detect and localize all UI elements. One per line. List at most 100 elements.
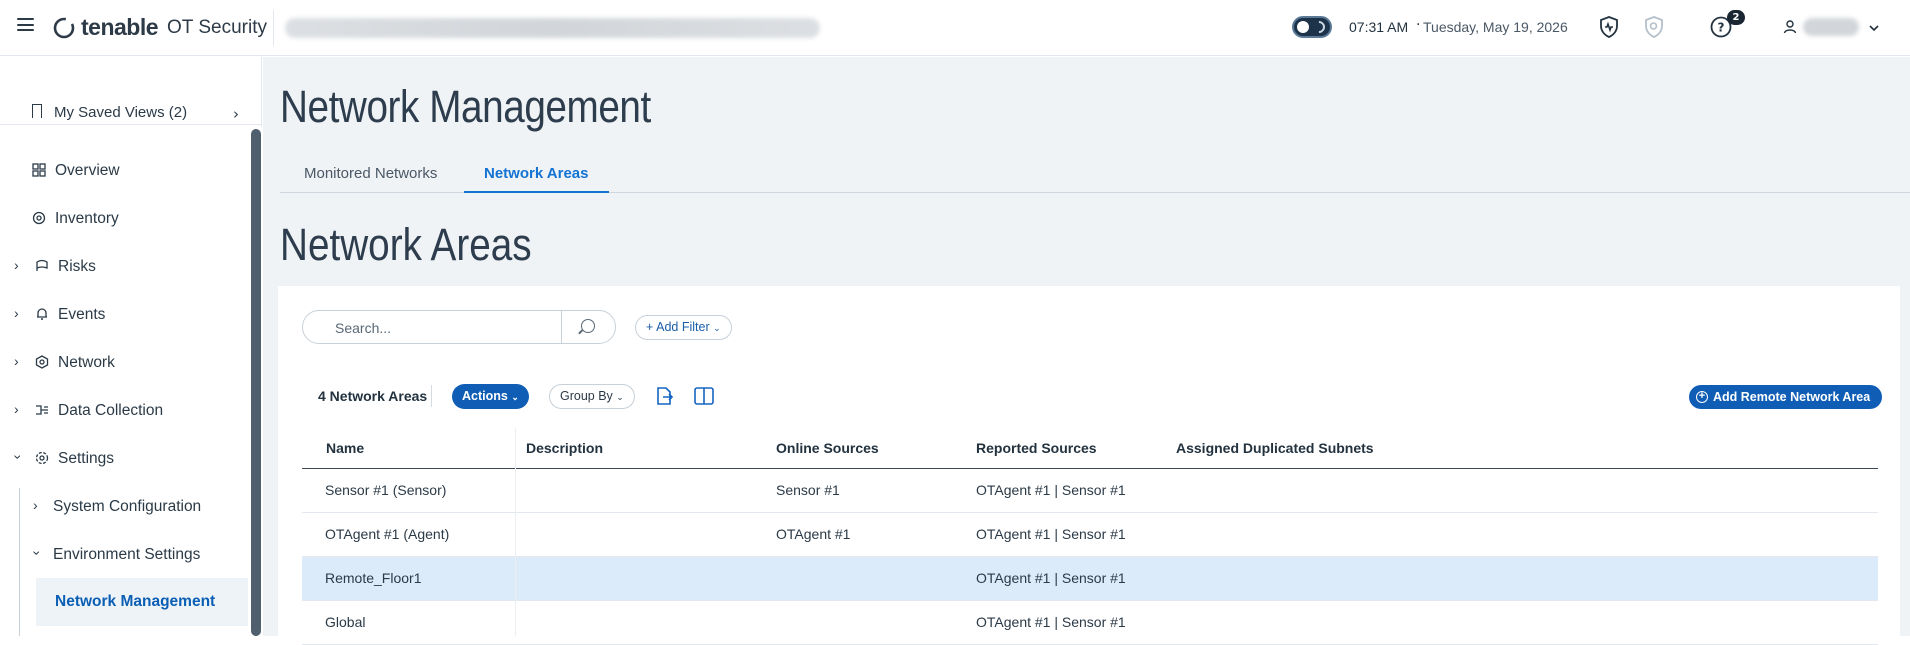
time-separator: · — [1416, 17, 1421, 33]
column-header-assigned-duplicated-subnets[interactable]: Assigned Duplicated Subnets — [1176, 428, 1374, 468]
page-title: Network Management — [280, 81, 651, 132]
network-icon — [35, 355, 49, 369]
sidebar-item-risks[interactable]: › Risks — [0, 247, 248, 287]
add-filter-label: Add Filter — [656, 320, 710, 334]
chevron-right-icon: › — [14, 305, 19, 321]
column-divider[interactable] — [515, 428, 516, 636]
chevron-down-icon: ⌄ — [511, 392, 519, 402]
tenable-logo-icon — [53, 17, 75, 38]
result-count: 4 Network Areas — [318, 388, 428, 404]
chevron-down-icon: › — [10, 454, 27, 460]
column-header-online-sources[interactable]: Online Sources — [776, 428, 879, 468]
sidebar-item-inventory[interactable]: Inventory — [0, 199, 248, 239]
tab-bar: Monitored Networks Network Areas — [280, 153, 1910, 193]
shield-icon[interactable] — [1597, 15, 1621, 39]
sidebar-item-network[interactable]: › Network — [0, 343, 248, 383]
search-icon[interactable] — [581, 319, 595, 333]
table-row[interactable]: Sensor #1 (Sensor) Sensor #1 OTAgent #1 … — [302, 469, 1878, 513]
actions-label: Actions — [462, 389, 508, 403]
group-by-button[interactable]: Group By ⌄ — [549, 384, 635, 409]
cell-reported-sources: OTAgent #1 | Sensor #1 — [976, 526, 1126, 542]
svg-text:?: ? — [1718, 21, 1725, 35]
export-icon[interactable] — [653, 385, 675, 407]
notification-badge: 2 — [1727, 10, 1745, 25]
tab-network-areas[interactable]: Network Areas — [464, 153, 609, 193]
column-header-reported-sources[interactable]: Reported Sources — [976, 428, 1097, 468]
settings-gear-icon — [35, 451, 49, 465]
data-collection-icon — [36, 405, 48, 415]
cell-name: Global — [325, 614, 366, 630]
events-bell-icon — [37, 308, 47, 320]
tab-label: Network Areas — [484, 165, 589, 182]
redacted-username[interactable] — [1803, 18, 1859, 36]
cell-name: OTAgent #1 (Agent) — [325, 526, 450, 542]
sidebar-item-label: Events — [58, 306, 106, 323]
column-header-description[interactable]: Description — [526, 428, 603, 468]
sidebar-item-events[interactable]: › Events — [0, 295, 248, 335]
cell-online-sources: OTAgent #1 — [776, 526, 851, 542]
add-remote-network-area-button[interactable]: + Add Remote Network Area — [1689, 385, 1883, 409]
brand-name: tenable — [81, 14, 159, 40]
cell-reported-sources: OTAgent #1 | Sensor #1 — [976, 614, 1126, 630]
sidebar-item-environment-settings[interactable]: › Environment Settings — [0, 535, 248, 575]
header-divider — [273, 10, 274, 46]
redacted-system-info — [285, 18, 820, 38]
cell-name: Remote_Floor1 — [325, 570, 422, 586]
app-logo[interactable]: tenable OT Security — [53, 14, 267, 41]
chevron-right-icon: › — [33, 497, 38, 513]
section-title: Network Areas — [280, 219, 532, 270]
group-by-label: Group By — [560, 389, 613, 403]
chevron-right-icon: › — [14, 401, 19, 417]
sidebar-item-label: Overview — [55, 162, 120, 179]
product-name: OT Security — [167, 16, 267, 38]
sidebar-item-settings[interactable]: › Settings — [0, 439, 248, 479]
chevron-down-icon: ⌄ — [616, 392, 624, 402]
top-header: tenable OT Security 07:31 AM · Tuesday, … — [0, 0, 1910, 56]
tab-label: Monitored Networks — [304, 165, 438, 182]
saved-views-button[interactable]: My Saved Views (2) › — [0, 87, 262, 135]
cell-reported-sources: OTAgent #1 | Sensor #1 — [976, 482, 1126, 498]
columns-icon[interactable] — [693, 385, 715, 407]
tab-monitored-networks[interactable]: Monitored Networks — [284, 153, 457, 193]
sidebar-item-network-management[interactable]: Network Management — [36, 578, 248, 626]
sidebar-item-overview[interactable]: Overview — [0, 151, 248, 191]
chevron-right-icon: › — [14, 257, 19, 273]
sidebar-item-system-configuration[interactable]: › System Configuration — [0, 487, 248, 527]
divider — [0, 124, 262, 125]
sidebar-item-label: Network — [58, 354, 115, 371]
chevron-right-icon: › — [14, 353, 19, 369]
current-time: 07:31 AM — [1349, 19, 1409, 35]
menu-icon[interactable] — [17, 18, 34, 31]
chevron-down-icon: ⌄ — [713, 323, 721, 333]
scrollbar-thumb[interactable] — [251, 129, 261, 636]
search-divider — [561, 311, 562, 343]
table-row[interactable]: Global OTAgent #1 | Sensor #1 — [302, 601, 1878, 645]
saved-views-label: My Saved Views (2) — [54, 104, 188, 121]
add-circle-icon: + — [1696, 391, 1708, 403]
table-row[interactable]: Remote_Floor1 OTAgent #1 | Sensor #1 — [302, 557, 1878, 601]
user-icon[interactable] — [1782, 19, 1798, 35]
theme-toggle-icon[interactable] — [1292, 16, 1332, 38]
overview-icon — [32, 163, 46, 177]
sidebar-item-label: Environment Settings — [53, 546, 201, 563]
plus-icon: + — [646, 320, 654, 334]
search-input[interactable]: Search... — [302, 310, 616, 344]
column-header-name[interactable]: Name — [326, 428, 364, 468]
sidebar-item-label: System Configuration — [53, 498, 202, 515]
cell-reported-sources: OTAgent #1 | Sensor #1 — [976, 570, 1126, 586]
actions-button[interactable]: Actions ⌄ — [452, 384, 529, 409]
add-filter-button[interactable]: + Add Filter ⌄ — [635, 315, 732, 340]
chevron-down-icon: › — [29, 550, 46, 556]
sidebar-item-label: Risks — [58, 258, 96, 275]
sidebar-item-label: Data Collection — [58, 402, 164, 419]
cell-online-sources: Sensor #1 — [776, 482, 840, 498]
chevron-down-icon[interactable] — [1868, 22, 1880, 34]
sidebar-item-label: Inventory — [55, 210, 119, 227]
add-remote-label: Add Remote Network Area — [1713, 390, 1871, 404]
risks-icon — [36, 259, 48, 271]
sidebar-item-label: Settings — [58, 450, 115, 467]
table-row[interactable]: OTAgent #1 (Agent) OTAgent #1 OTAgent #1… — [302, 513, 1878, 557]
shield-search-icon[interactable] — [1642, 15, 1666, 39]
inventory-icon — [32, 211, 46, 225]
sidebar-item-data-collection[interactable]: › Data Collection — [0, 391, 248, 431]
